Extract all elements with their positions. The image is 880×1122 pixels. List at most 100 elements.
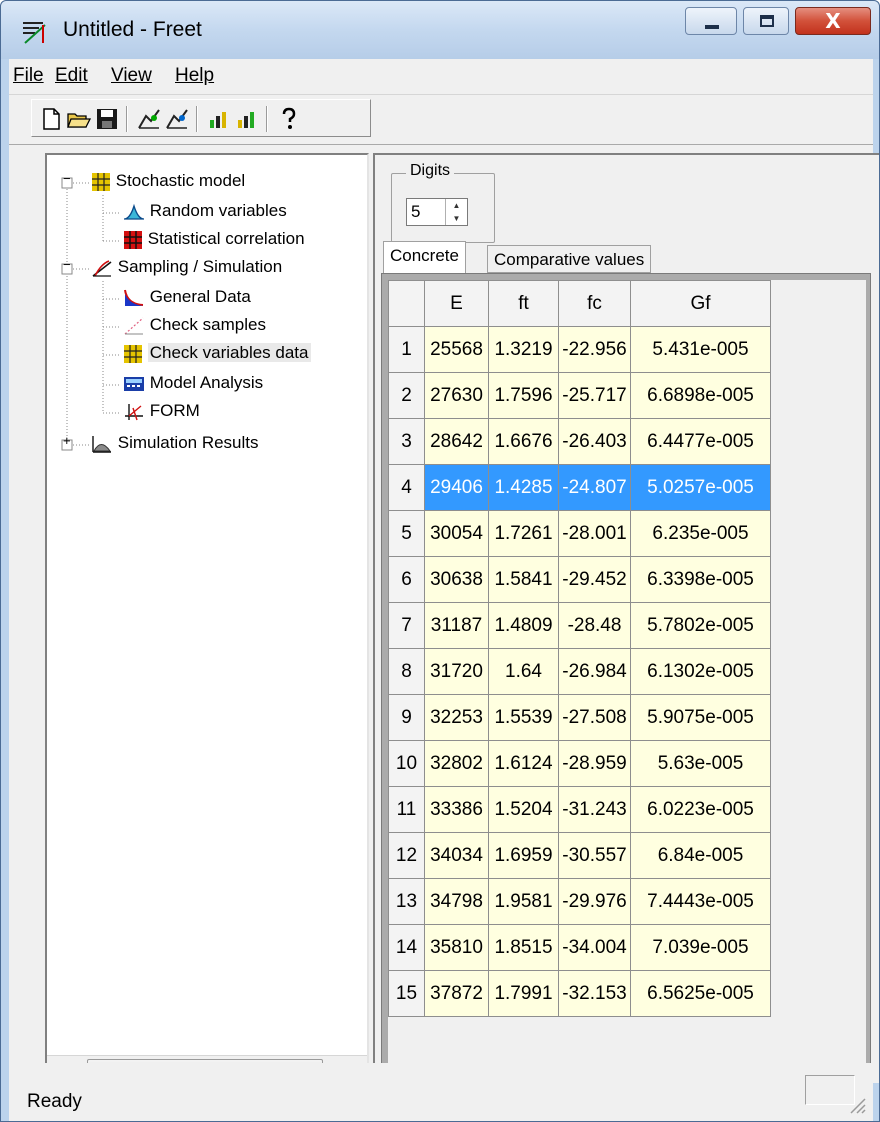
row-header[interactable]: 14 <box>388 924 425 971</box>
grid-cell[interactable]: 6.4477e-005 <box>630 418 771 465</box>
grid-cell[interactable]: 1.5204 <box>488 786 559 833</box>
tree-item-statistical-correlation[interactable]: Statistical correlation <box>123 229 305 250</box>
grid-cell[interactable]: 1.64 <box>488 648 559 695</box>
grid-cell[interactable]: 6.1302e-005 <box>630 648 771 695</box>
grid-cell[interactable]: -32.153 <box>558 970 631 1017</box>
grid-cell[interactable]: -28.48 <box>558 602 631 649</box>
title-bar[interactable]: Untitled - Freet X <box>1 1 879 59</box>
grid-cell[interactable]: -24.807 <box>558 464 631 511</box>
graph-alt-icon[interactable] <box>164 106 190 132</box>
grid-cell[interactable]: 35810 <box>424 924 489 971</box>
expand-results-icon[interactable]: + <box>63 434 71 448</box>
menu-view[interactable]: View <box>111 65 152 87</box>
table-row[interactable]: 9 32253 1.5539 -27.508 5.9075e-005 <box>388 694 771 741</box>
grid-cell[interactable]: 6.6898e-005 <box>630 372 771 419</box>
grid-cell[interactable]: -29.452 <box>558 556 631 603</box>
open-folder-icon[interactable] <box>66 106 92 132</box>
grid-cell[interactable]: 1.6124 <box>488 740 559 787</box>
grid-cell[interactable]: -34.004 <box>558 924 631 971</box>
row-header[interactable]: 6 <box>388 556 425 603</box>
table-row[interactable]: 4 29406 1.4285 -24.807 5.0257e-005 <box>388 464 771 511</box>
row-header[interactable]: 11 <box>388 786 425 833</box>
table-row[interactable]: 5 30054 1.7261 -28.001 6.235e-005 <box>388 510 771 557</box>
row-header[interactable]: 1 <box>388 326 425 373</box>
tree-item-random-variables[interactable]: Random variables <box>123 201 287 222</box>
table-row[interactable]: 11 33386 1.5204 -31.243 6.0223e-005 <box>388 786 771 833</box>
table-row[interactable]: 2 27630 1.7596 -25.717 6.6898e-005 <box>388 372 771 419</box>
grid-cell[interactable]: 34798 <box>424 878 489 925</box>
grid-cell[interactable]: -26.403 <box>558 418 631 465</box>
row-header[interactable]: 3 <box>388 418 425 465</box>
grid-cell[interactable]: 34034 <box>424 832 489 879</box>
grid-cell[interactable]: 1.7991 <box>488 970 559 1017</box>
digits-spinner[interactable]: 5 ▲ ▼ <box>406 198 468 226</box>
grid-cell[interactable]: 28642 <box>424 418 489 465</box>
grid-cell[interactable]: 1.5841 <box>488 556 559 603</box>
grid-cell[interactable]: 1.6959 <box>488 832 559 879</box>
grid-cell[interactable]: 1.4285 <box>488 464 559 511</box>
resize-grip-icon[interactable] <box>845 1093 867 1115</box>
tab-concrete[interactable]: Concrete <box>383 241 466 273</box>
table-row[interactable]: 15 37872 1.7991 -32.153 6.5625e-005 <box>388 970 771 1017</box>
table-row[interactable]: 3 28642 1.6676 -26.403 6.4477e-005 <box>388 418 771 465</box>
grid-cell[interactable]: -28.001 <box>558 510 631 557</box>
grid-cell[interactable]: 1.3219 <box>488 326 559 373</box>
row-header[interactable]: 15 <box>388 970 425 1017</box>
grid-cell[interactable]: 1.4809 <box>488 602 559 649</box>
grid-cell[interactable]: -31.243 <box>558 786 631 833</box>
maximize-button[interactable] <box>743 7 789 35</box>
grid-cell[interactable]: 1.8515 <box>488 924 559 971</box>
row-header[interactable]: 9 <box>388 694 425 741</box>
table-row[interactable]: 8 31720 1.64 -26.984 6.1302e-005 <box>388 648 771 695</box>
collapse-stochastic-icon[interactable]: − <box>63 172 71 186</box>
grid-cell[interactable]: 5.7802e-005 <box>630 602 771 649</box>
menu-help[interactable]: Help <box>175 65 214 87</box>
table-row[interactable]: 14 35810 1.8515 -34.004 7.039e-005 <box>388 924 771 971</box>
tree-item-simulation-results[interactable]: Simulation Results <box>91 433 259 454</box>
grid-cell[interactable]: 37872 <box>424 970 489 1017</box>
new-file-icon[interactable] <box>38 106 64 132</box>
grid-cell[interactable]: 33386 <box>424 786 489 833</box>
grid-cell[interactable]: -30.557 <box>558 832 631 879</box>
minimize-button[interactable] <box>685 7 737 35</box>
grid-cell[interactable]: 25568 <box>424 326 489 373</box>
grid-cell[interactable]: 6.84e-005 <box>630 832 771 879</box>
grid-cell[interactable]: 7.039e-005 <box>630 924 771 971</box>
save-disk-icon[interactable] <box>94 106 120 132</box>
grid-cell[interactable]: 5.0257e-005 <box>630 464 771 511</box>
row-header[interactable]: 7 <box>388 602 425 649</box>
grid-cell[interactable]: 1.5539 <box>488 694 559 741</box>
tree-item-check-variables-data[interactable]: Check variables data <box>123 343 311 364</box>
collapse-sampling-icon[interactable]: − <box>63 258 71 272</box>
menu-file[interactable]: File <box>13 65 44 87</box>
grid-cell[interactable]: -27.508 <box>558 694 631 741</box>
tree-item-model-analysis[interactable]: Model Analysis <box>123 373 263 393</box>
help-icon[interactable] <box>276 106 302 132</box>
grid-cell[interactable]: 1.7596 <box>488 372 559 419</box>
grid-cell[interactable]: 31720 <box>424 648 489 695</box>
menu-edit[interactable]: Edit <box>55 65 88 87</box>
close-button[interactable]: X <box>795 7 871 35</box>
column-header[interactable]: Gf <box>630 280 771 327</box>
tree-item-general-data[interactable]: General Data <box>123 287 251 308</box>
grid-cell[interactable]: 30054 <box>424 510 489 557</box>
table-row[interactable]: 7 31187 1.4809 -28.48 5.7802e-005 <box>388 602 771 649</box>
grid-cell[interactable]: 31187 <box>424 602 489 649</box>
grid-corner-cell[interactable] <box>388 280 425 327</box>
row-header[interactable]: 2 <box>388 372 425 419</box>
table-row[interactable]: 12 34034 1.6959 -30.557 6.84e-005 <box>388 832 771 879</box>
grid-cell[interactable]: 6.3398e-005 <box>630 556 771 603</box>
table-row[interactable]: 6 30638 1.5841 -29.452 6.3398e-005 <box>388 556 771 603</box>
grid-cell[interactable]: 5.431e-005 <box>630 326 771 373</box>
tree-item-stochastic-model[interactable]: Stochastic model <box>91 171 245 192</box>
table-row[interactable]: 13 34798 1.9581 -29.976 7.4443e-005 <box>388 878 771 925</box>
grid-cell[interactable]: 29406 <box>424 464 489 511</box>
table-row[interactable]: 1 25568 1.3219 -22.956 5.431e-005 <box>388 326 771 373</box>
grid-cell[interactable]: 7.4443e-005 <box>630 878 771 925</box>
digits-value[interactable]: 5 <box>411 202 420 222</box>
grid-cell[interactable]: 1.7261 <box>488 510 559 557</box>
row-header[interactable]: 13 <box>388 878 425 925</box>
row-header[interactable]: 4 <box>388 464 425 511</box>
tree-item-sampling-simulation[interactable]: Sampling / Simulation <box>91 257 282 278</box>
row-header[interactable]: 8 <box>388 648 425 695</box>
